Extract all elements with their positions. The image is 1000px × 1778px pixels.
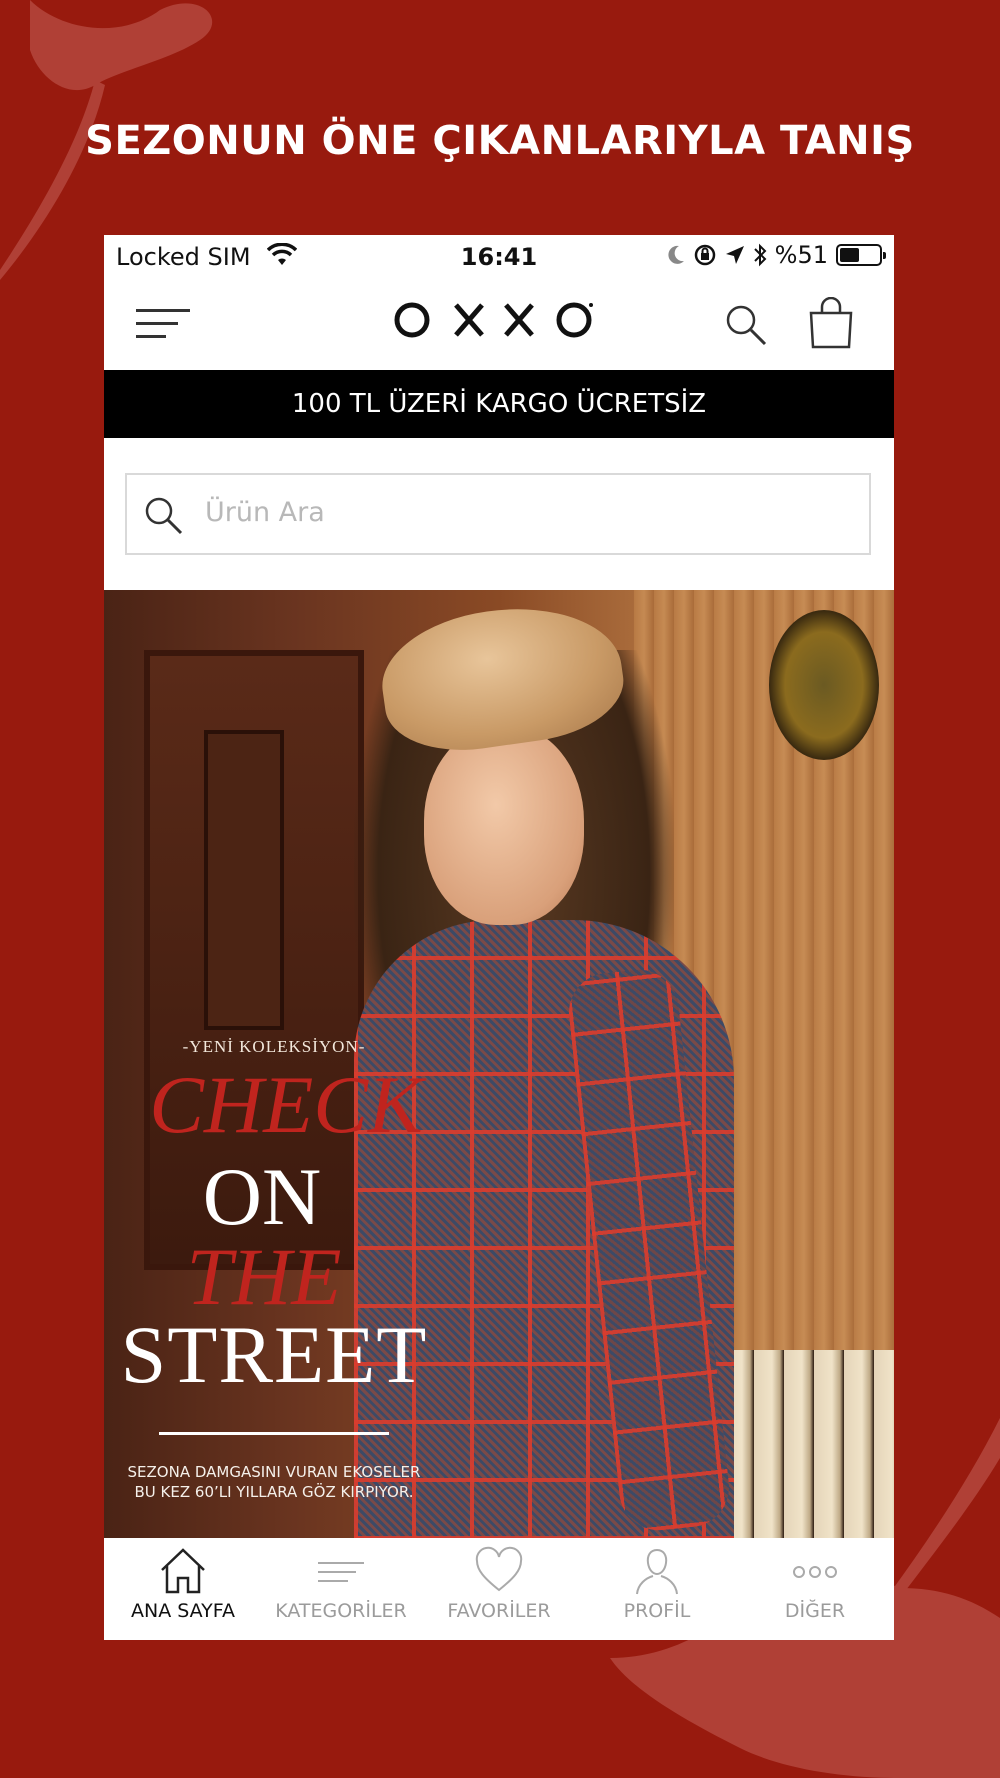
model-face	[424, 725, 584, 925]
banner-subtitle: SEZONA DAMGASINI VURAN EKOSELER BU KEZ 6…	[104, 1462, 444, 1502]
search-placeholder: Ürün Ara	[205, 497, 325, 528]
banner-ornament	[769, 610, 879, 760]
tab-home[interactable]: ANA SAYFA	[104, 1538, 262, 1640]
shopping-bag-icon[interactable]	[808, 297, 854, 349]
tab-profile[interactable]: PROFİL	[578, 1538, 736, 1640]
tab-categories[interactable]: KATEGORİLER	[262, 1538, 420, 1640]
bluetooth-icon	[753, 243, 767, 267]
tab-favorites-label: FAVORİLER	[447, 1600, 551, 1622]
tab-profile-label: PROFİL	[623, 1600, 691, 1622]
tab-categories-label: KATEGORİLER	[275, 1600, 407, 1622]
tab-more-label: DİĞER	[784, 1600, 846, 1622]
banner-kicker: -YENİ KOLEKSİYON-	[182, 1037, 366, 1056]
product-search-input[interactable]: Ürün Ara	[125, 473, 871, 555]
tab-home-label: ANA SAYFA	[131, 1600, 235, 1622]
list-icon	[318, 1562, 364, 1582]
banner-door-panel	[204, 730, 284, 1030]
battery-icon	[836, 244, 886, 266]
collection-banner[interactable]: -YENİ KOLEKSİYON- CHECK ON THE STREET SE…	[104, 590, 894, 1538]
status-bar: Locked SIM 16:41 %51	[104, 235, 894, 279]
search-icon	[145, 497, 183, 535]
tab-more[interactable]: DİĞER	[736, 1538, 894, 1640]
phone-screen: Locked SIM 16:41 %51 100 TL ÜZERİ KARGO …	[104, 235, 894, 1640]
rotation-lock-icon	[694, 244, 715, 266]
user-icon	[636, 1548, 678, 1595]
oxxo-logo-mark	[394, 302, 593, 338]
banner-subtitle-line-1: SEZONA DAMGASINI VURAN EKOSELER	[127, 1463, 421, 1481]
tab-favorites[interactable]: FAVORİLER	[420, 1538, 578, 1640]
status-right-group: %51	[665, 241, 886, 269]
search-section: Ürün Ara	[104, 438, 894, 586]
banner-title-street: STREET	[120, 1309, 428, 1400]
oxxo-logo[interactable]	[104, 291, 894, 356]
battery-percent: %51	[774, 241, 828, 269]
location-arrow-icon	[725, 246, 744, 264]
home-icon	[161, 1548, 205, 1594]
banner-subtitle-line-2: BU KEZ 60’LI YILLARA GÖZ KIRPIYOR.	[134, 1483, 414, 1501]
more-icon	[793, 1566, 837, 1578]
search-icon[interactable]	[724, 303, 768, 347]
promo-headline: SEZONUN ÖNE ÇIKANLARIYLA TANIŞ	[85, 118, 915, 164]
top-nav	[104, 279, 894, 369]
bottom-tab-bar: ANA SAYFA KATEGORİLER FAVORİLER PROFİL D…	[104, 1538, 894, 1640]
free-shipping-banner: 100 TL ÜZERİ KARGO ÜCRETSİZ	[104, 370, 894, 438]
moon-icon	[668, 245, 684, 264]
banner-title-check: CHECK	[149, 1059, 423, 1150]
banner-divider	[159, 1432, 389, 1435]
heart-icon	[475, 1546, 523, 1592]
